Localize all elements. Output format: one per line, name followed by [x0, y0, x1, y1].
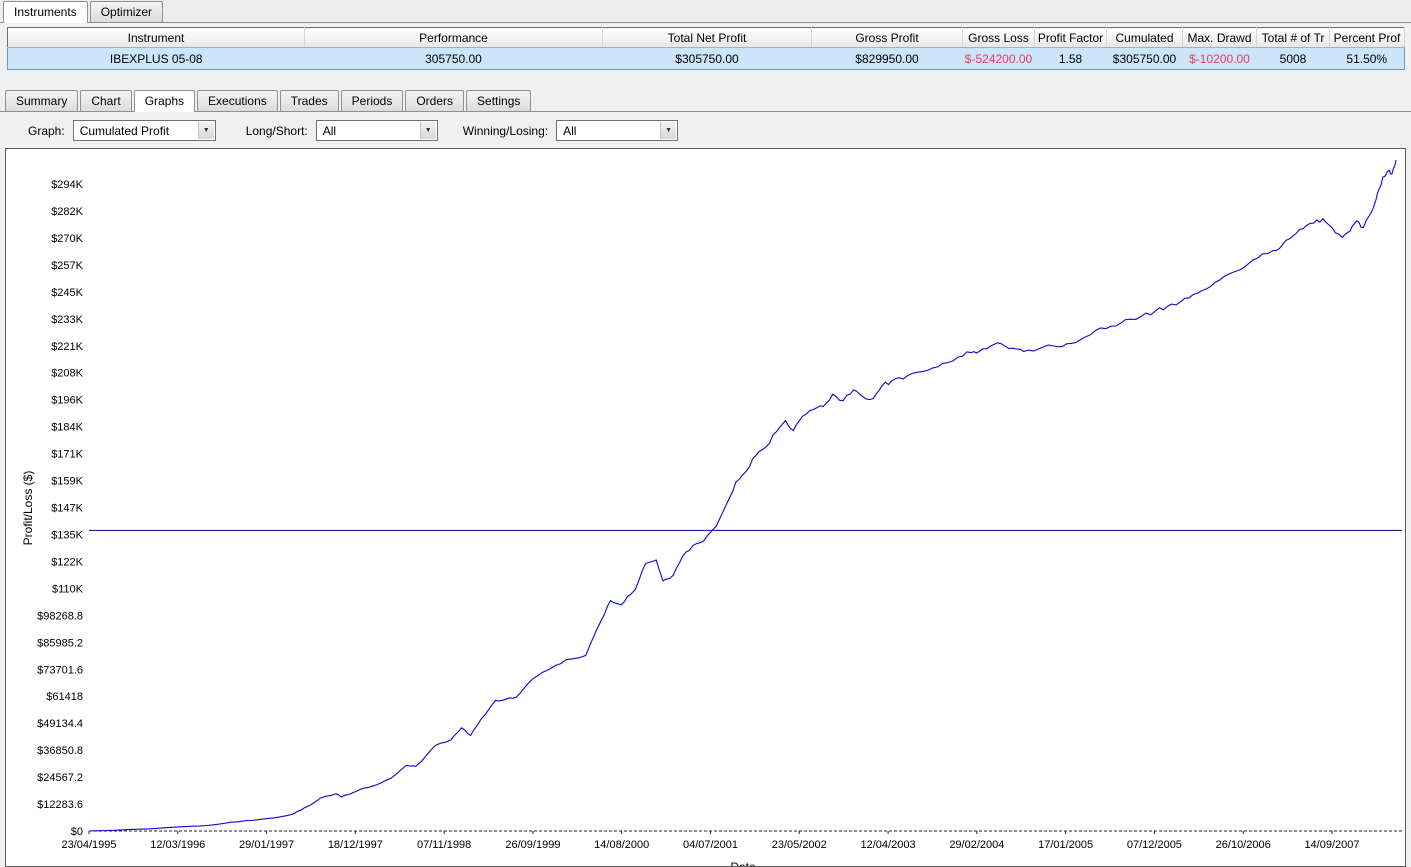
x-tick-label: 26/10/2006: [1216, 839, 1271, 851]
x-tick-label: 17/01/2005: [1038, 839, 1093, 851]
tab-chart[interactable]: Chart: [80, 90, 131, 111]
graph-select[interactable]: Cumulated Profit ▼: [73, 120, 216, 141]
cell-gross-profit: $829950.00: [812, 48, 963, 70]
x-tick-label: 12/04/2003: [861, 839, 916, 851]
x-tick-label: 07/12/2005: [1127, 839, 1182, 851]
tab-orders[interactable]: Orders: [405, 90, 464, 111]
x-tick-label: 29/01/1997: [239, 839, 294, 851]
y-tick-label: $122K: [51, 556, 83, 568]
x-tick-label: 14/09/2007: [1304, 839, 1359, 851]
y-tick-label: $233K: [51, 314, 83, 326]
col-percent-profitable[interactable]: Percent Prof: [1330, 28, 1405, 48]
col-gross-profit[interactable]: Gross Profit: [812, 28, 963, 48]
graph-controls: Graph: Cumulated Profit ▼ Long/Short: Al…: [0, 112, 1411, 149]
cell-performance: 305750.00: [305, 48, 603, 70]
chevron-down-icon: ▼: [660, 122, 676, 139]
graph-label: Graph:: [28, 124, 65, 138]
chevron-down-icon: ▼: [198, 122, 214, 139]
y-tick-label: $24567.2: [37, 772, 83, 784]
window-tabstrip: Instruments Optimizer: [0, 0, 1411, 23]
y-tick-label: $282K: [51, 206, 83, 218]
cell-instrument: IBEXPLUS 05-08: [8, 48, 305, 70]
y-tick-label: $110K: [52, 583, 84, 595]
cell-max-drawdown: $-10200.00: [1183, 48, 1257, 70]
x-tick-label: 29/02/2004: [949, 839, 1004, 851]
instruments-table: Instrument Performance Total Net Profit …: [7, 27, 1405, 70]
tab-periods[interactable]: Periods: [341, 90, 404, 111]
y-tick-label: $159K: [51, 476, 83, 488]
chevron-down-icon: ▼: [420, 122, 436, 139]
table-row[interactable]: IBEXPLUS 05-08 305750.00 $305750.00 $829…: [8, 48, 1405, 70]
tab-optimizer[interactable]: Optimizer: [90, 1, 163, 22]
y-tick-label: $49134.4: [37, 718, 83, 730]
detail-tabstrip: Summary Chart Graphs Executions Trades P…: [0, 90, 1411, 112]
x-tick-label: 04/07/2001: [683, 839, 738, 851]
y-tick-label: $98268.8: [37, 610, 83, 622]
x-tick-label: 07/11/1998: [417, 839, 471, 851]
cell-cumulated: $305750.00: [1107, 48, 1183, 70]
x-tick-label: 23/05/2002: [772, 839, 827, 851]
x-tick-label: 18/12/1997: [328, 839, 383, 851]
col-max-drawdown[interactable]: Max. Drawd: [1183, 28, 1257, 48]
y-tick-label: $184K: [51, 422, 83, 434]
y-tick-label: $208K: [51, 368, 83, 380]
cell-percent-profitable: 51.50%: [1330, 48, 1405, 70]
cumulated-profit-line: [89, 160, 1396, 831]
y-tick-label: $171K: [51, 449, 83, 461]
y-tick-label: $61418: [46, 691, 83, 703]
table-header-row: Instrument Performance Total Net Profit …: [8, 28, 1405, 48]
cell-total-net-profit: $305750.00: [603, 48, 812, 70]
y-tick-label: $36850.8: [37, 745, 83, 757]
tab-graphs[interactable]: Graphs: [134, 90, 195, 112]
tab-trades[interactable]: Trades: [280, 90, 339, 111]
x-axis-title: Date: [730, 860, 756, 866]
cell-profit-factor: 1.58: [1035, 48, 1107, 70]
cell-gross-loss: $-524200.00: [963, 48, 1035, 70]
chart-panel: $294K $282K $270K $257K $245K $233K $221K $208K…: [5, 148, 1406, 867]
y-axis-title: Profit/Loss ($): [21, 471, 35, 546]
x-tick-label: 14/08/2000: [594, 839, 649, 851]
col-instrument[interactable]: Instrument: [8, 28, 305, 48]
col-cumulated[interactable]: Cumulated: [1107, 28, 1183, 48]
tab-settings[interactable]: Settings: [466, 90, 531, 111]
x-tick-label: 12/03/1996: [150, 839, 205, 851]
col-performance[interactable]: Performance: [305, 28, 603, 48]
y-tick-label: $221K: [51, 341, 83, 353]
long-short-select[interactable]: All ▼: [316, 120, 438, 141]
y-tick-label: $0: [71, 826, 83, 838]
winning-losing-select-value: All: [563, 124, 576, 138]
col-profit-factor[interactable]: Profit Factor: [1035, 28, 1107, 48]
y-tick-label: $270K: [51, 233, 83, 245]
long-short-select-value: All: [323, 124, 336, 138]
col-total-trades[interactable]: Total # of Tr: [1257, 28, 1330, 48]
y-tick-label: $73701.6: [37, 664, 83, 676]
col-total-net-profit[interactable]: Total Net Profit: [603, 28, 812, 48]
y-tick-label: $85985.2: [37, 637, 83, 649]
y-tick-label: $196K: [51, 395, 83, 407]
cumulated-profit-chart: $294K $282K $270K $257K $245K $233K $221K $208K…: [6, 149, 1405, 866]
y-tick-label: $257K: [51, 260, 83, 272]
winning-losing-label: Winning/Losing:: [463, 124, 548, 138]
y-tick-label: $294K: [51, 179, 83, 191]
tab-executions[interactable]: Executions: [197, 90, 278, 111]
x-tick-label: 23/04/1995: [61, 839, 116, 851]
long-short-label: Long/Short:: [246, 124, 308, 138]
winning-losing-select[interactable]: All ▼: [556, 120, 678, 141]
tab-instruments[interactable]: Instruments: [3, 1, 88, 23]
col-gross-loss[interactable]: Gross Loss: [963, 28, 1035, 48]
y-tick-label: $135K: [51, 529, 83, 541]
tab-summary[interactable]: Summary: [5, 90, 78, 111]
cell-total-trades: 5008: [1257, 48, 1330, 70]
graph-select-value: Cumulated Profit: [80, 124, 169, 138]
y-tick-label: $147K: [51, 503, 83, 515]
y-tick-label: $12283.6: [37, 799, 83, 811]
x-tick-label: 26/09/1999: [505, 839, 560, 851]
y-tick-label: $245K: [51, 287, 83, 299]
